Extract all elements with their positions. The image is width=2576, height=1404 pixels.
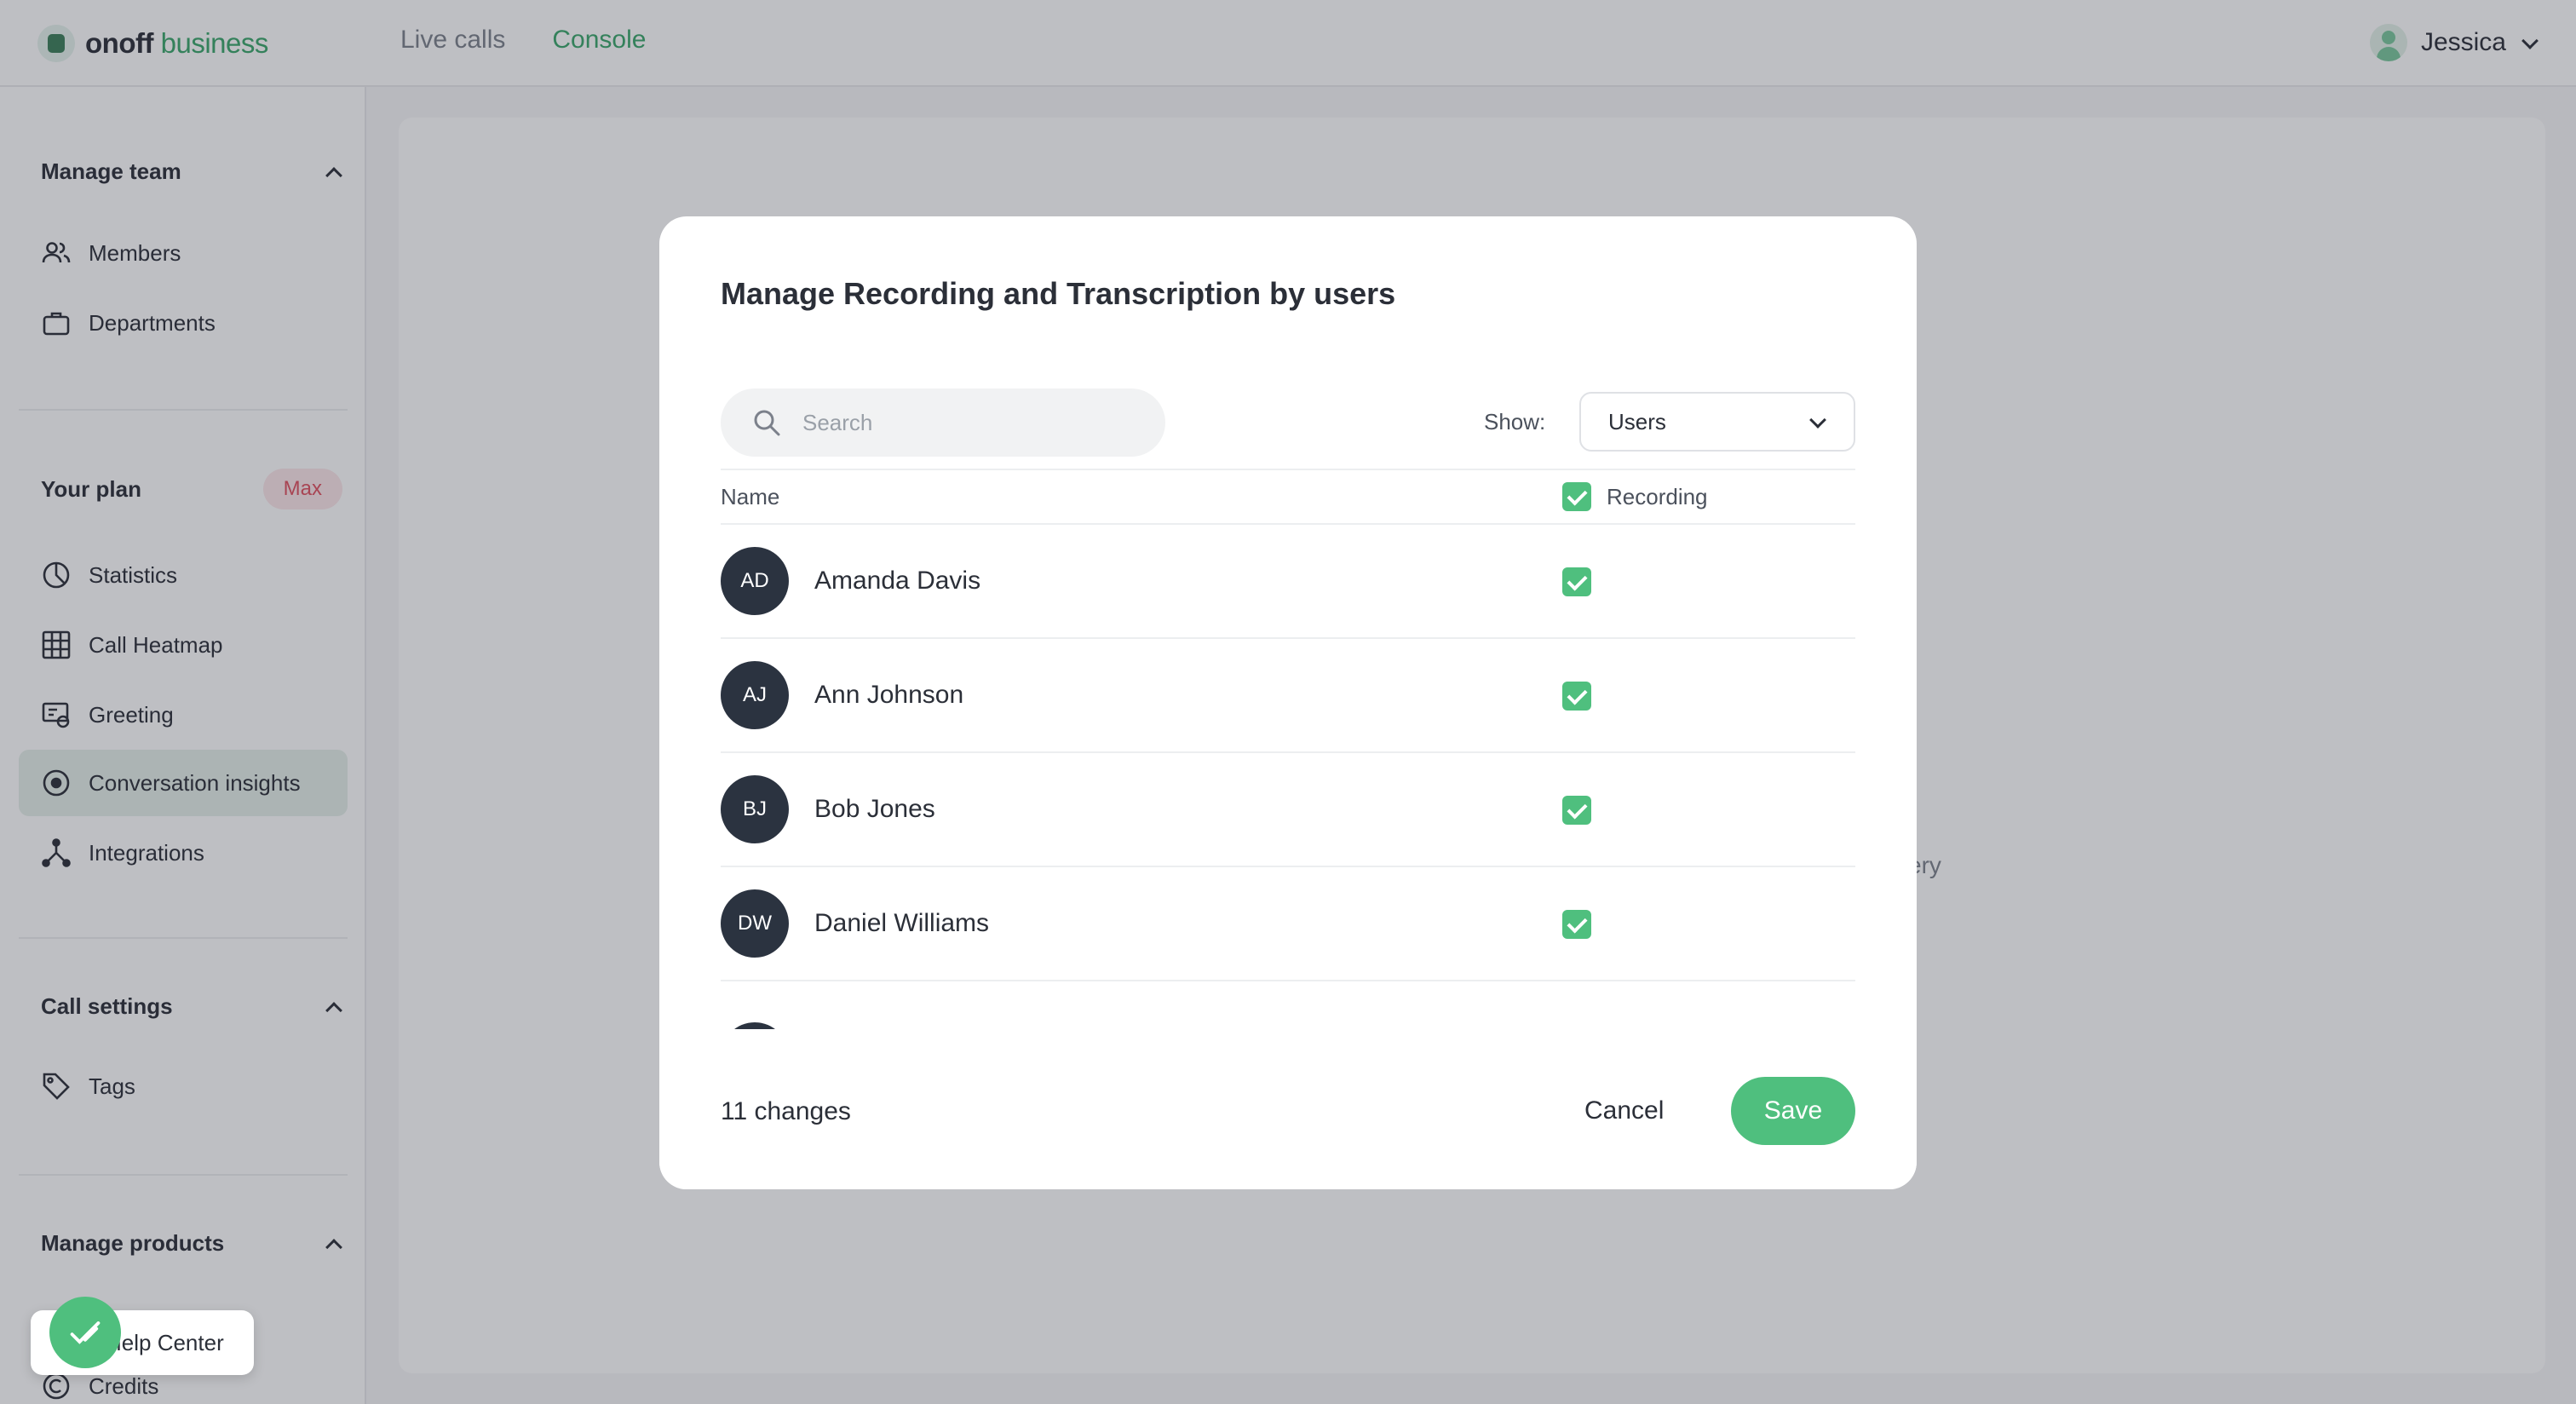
show-select[interactable]: Users: [1579, 392, 1855, 452]
table-row: BJ Bob Jones: [721, 753, 1855, 867]
avatar: DW: [721, 889, 789, 958]
show-label: Show:: [1484, 409, 1546, 434]
table-row: AJ Ann Johnson: [721, 639, 1855, 753]
user-name: Amanda Davis: [814, 567, 981, 595]
avatar: AD: [721, 547, 789, 615]
cancel-button[interactable]: Cancel: [1562, 1077, 1686, 1145]
help-center-label: Help Center: [106, 1329, 224, 1355]
table-row: DW Daniel Williams: [721, 867, 1855, 981]
table-header: Name Recording: [721, 469, 1855, 525]
save-button[interactable]: Save: [1731, 1077, 1855, 1145]
select-all-recording-checkbox[interactable]: [1562, 482, 1591, 511]
column-recording-label: Recording: [1607, 483, 1708, 509]
recording-checkbox[interactable]: [1562, 910, 1591, 939]
modal-footer: 11 changes Cancel Save: [659, 1029, 1917, 1189]
table-row: AD Amanda Davis: [721, 525, 1855, 639]
user-name: Ann Johnson: [814, 681, 964, 709]
changes-count: 11 changes: [721, 1097, 851, 1125]
recording-checkbox[interactable]: [1562, 682, 1591, 711]
user-name: Bob Jones: [814, 795, 935, 823]
search-icon: [754, 410, 780, 436]
avatar: BJ: [721, 775, 789, 843]
search-input[interactable]: [802, 409, 1126, 436]
modal-title: Manage Recording and Transcription by us…: [721, 276, 1396, 311]
search-box[interactable]: [721, 388, 1165, 457]
recording-checkbox[interactable]: [1562, 796, 1591, 825]
show-select-value: Users: [1608, 408, 1666, 434]
avatar: AJ: [721, 661, 789, 729]
chevron-down-icon: [1808, 412, 1826, 431]
user-name: Daniel Williams: [814, 909, 990, 937]
recording-checkbox[interactable]: [1562, 567, 1591, 596]
recording-modal: Manage Recording and Transcription by us…: [659, 216, 1917, 1189]
help-chat-icon[interactable]: [49, 1297, 121, 1368]
column-recording: Recording: [1562, 482, 1708, 511]
